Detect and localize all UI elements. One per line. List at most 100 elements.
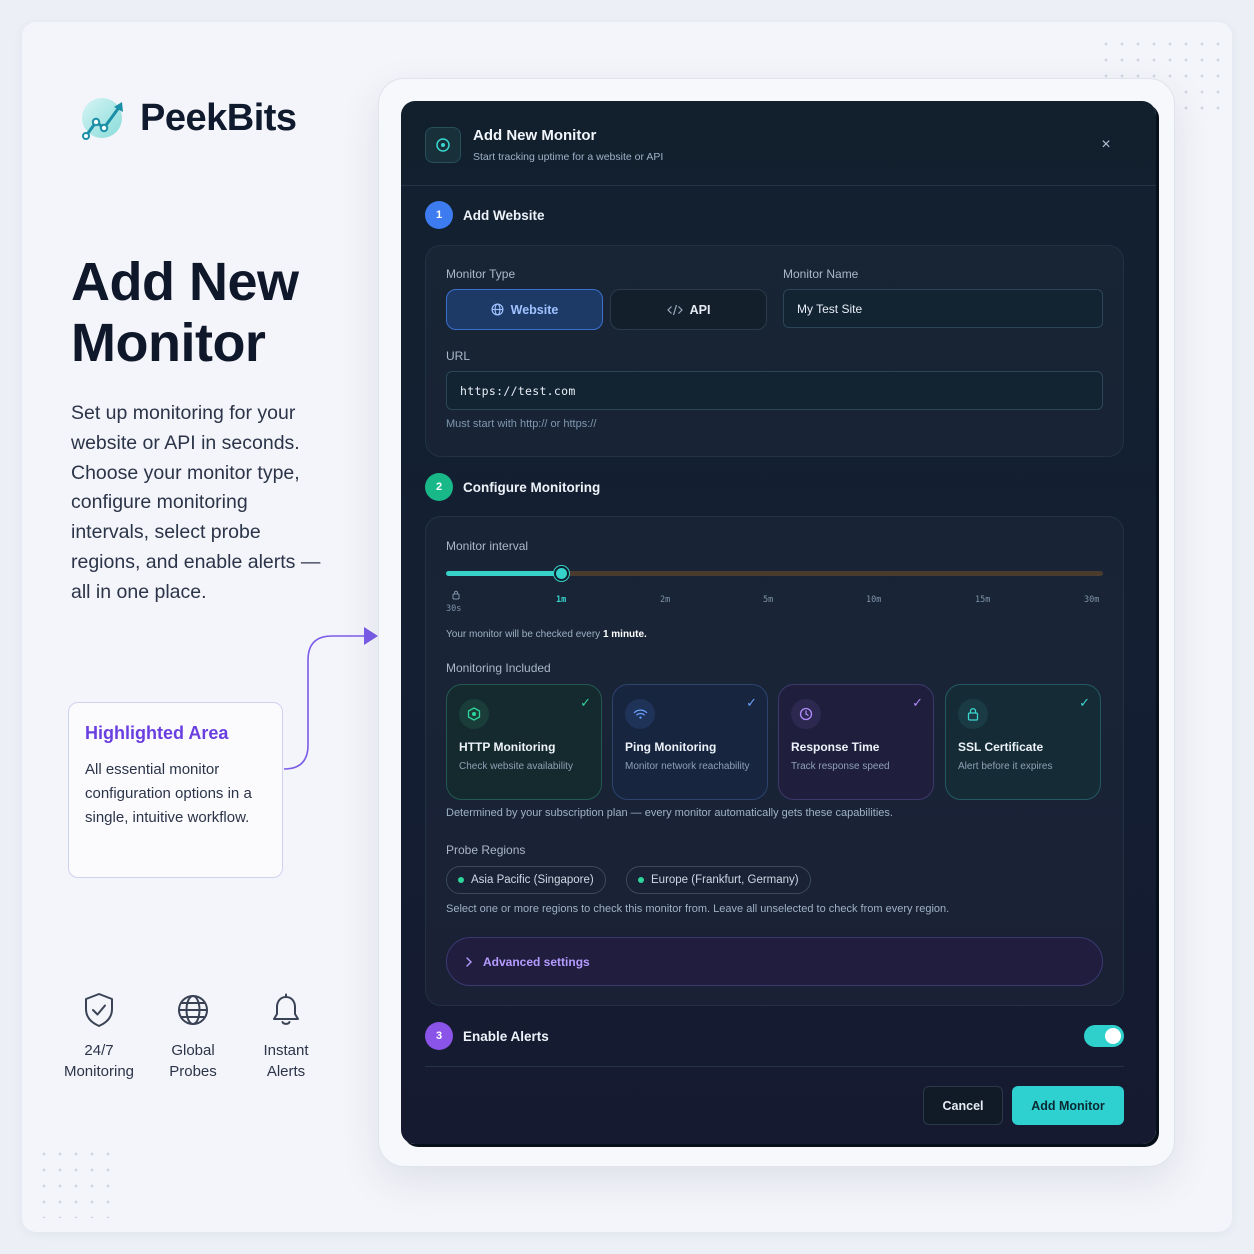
interval-tick: 30s [446, 604, 462, 614]
hero-title: Add New Monitor [71, 252, 299, 373]
feature-label-line2: Monitoring [63, 1063, 135, 1080]
advanced-settings-label: Advanced settings [483, 954, 590, 969]
slider-fill [446, 571, 561, 576]
feature-label-line2: Alerts [266, 1063, 306, 1080]
monitor-interval-slider[interactable] [446, 566, 1103, 581]
interval-summary: Your monitor will be checked every 1 min… [446, 629, 647, 640]
region-chip-label: Asia Pacific (Singapore) [471, 874, 594, 886]
url-label: URL [446, 349, 471, 363]
feature-label-line1: 24/7 [84, 1042, 114, 1059]
interval-tick[interactable]: 2m [660, 595, 670, 605]
clock-icon [791, 699, 821, 729]
advanced-settings-toggle[interactable]: Advanced settings [446, 937, 1103, 986]
close-icon[interactable]: × [1097, 136, 1115, 154]
monitor-type-website-label: Website [510, 302, 559, 317]
http-monitoring-card: ✓ HTTP Monitoring Check website availabi… [446, 684, 602, 800]
callout-text: All essential monitor configuration opti… [85, 761, 252, 826]
step-label: Configure Monitoring [463, 479, 601, 495]
card-description: Check website availability [459, 761, 573, 772]
globe-icon [491, 303, 504, 316]
bell-icon [273, 993, 299, 1025]
region-chip-europe[interactable]: Europe (Frankfurt, Germany) [626, 866, 811, 894]
card-title: Response Time [791, 740, 880, 754]
monitor-type-website-button[interactable]: Website [446, 289, 603, 330]
peekbits-logo-icon [82, 98, 123, 140]
status-dot [638, 877, 644, 883]
enable-alerts-toggle[interactable] [1084, 1025, 1124, 1047]
footer-divider [425, 1066, 1124, 1067]
add-monitor-button[interactable]: Add Monitor [1012, 1086, 1124, 1125]
interval-tick[interactable]: 30m [1084, 595, 1099, 605]
card-title: Ping Monitoring [625, 740, 717, 754]
hero-description: Set up monitoring for your website or AP… [71, 402, 321, 603]
monitor-type-label: Monitor Type [446, 267, 516, 281]
brand-name: PeekBits [140, 96, 297, 139]
ssl-certificate-card: ✓ SSL Certificate Alert before it expire… [945, 684, 1101, 800]
cancel-button[interactable]: Cancel [923, 1086, 1003, 1125]
region-chip-asia-pacific[interactable]: Asia Pacific (Singapore) [446, 866, 606, 894]
feature-instant-alerts: Instant Alerts [236, 990, 336, 1082]
card-description: Alert before it expires [958, 761, 1053, 772]
check-icon: ✓ [746, 695, 757, 710]
card-title: SSL Certificate [958, 740, 1044, 754]
feature-label-line1: Global [171, 1042, 215, 1059]
step-label: Enable Alerts [463, 1028, 549, 1044]
add-monitor-modal: Add New Monitor Start tracking uptime fo… [401, 101, 1156, 1144]
feature-24-7-monitoring: 24/7 Monitoring [49, 990, 149, 1082]
modal-subtitle: Start tracking uptime for a website or A… [473, 151, 664, 163]
url-input[interactable]: https://test.com [446, 371, 1103, 410]
lock-icon [958, 699, 988, 729]
step-enable-alerts: 3 Enable Alerts [425, 1022, 549, 1050]
region-chip-label: Europe (Frankfurt, Germany) [651, 874, 799, 886]
decorative-dots [36, 1146, 118, 1218]
monitor-type-api-label: API [689, 302, 711, 317]
toggle-knob [1105, 1028, 1121, 1044]
monitor-name-input[interactable]: My Test Site [783, 289, 1103, 328]
interval-summary-prefix: Your monitor will be checked every [446, 629, 601, 640]
globe-icon [178, 995, 208, 1025]
card-description: Track response speed [791, 761, 890, 772]
check-icon: ✓ [1079, 695, 1090, 710]
lock-icon [452, 590, 460, 600]
check-icon: ✓ [912, 695, 923, 710]
card-title: HTTP Monitoring [459, 740, 556, 754]
callout-title: Highlighted Area [85, 723, 229, 743]
probe-regions-label: Probe Regions [446, 843, 526, 857]
ping-monitoring-card: ✓ Ping Monitoring Monitor network reacha… [612, 684, 768, 800]
highlighted-area-callout: Highlighted Area All essential monitor c… [68, 702, 283, 878]
slider-thumb[interactable] [553, 566, 569, 581]
modal-title: Add New Monitor [473, 127, 597, 144]
feature-label-line2: Probes [169, 1063, 217, 1080]
code-icon [666, 304, 683, 315]
step-configure-monitoring: 2 Configure Monitoring [425, 473, 600, 501]
monitor-interval-label: Monitor interval [446, 539, 529, 553]
card-description: Monitor network reachability [625, 761, 750, 772]
feature-label-line1: Instant [263, 1042, 309, 1059]
monitor-type-api-button[interactable]: API [610, 289, 767, 330]
wifi-icon [625, 699, 655, 729]
interval-tick-selected[interactable]: 1m [556, 595, 566, 605]
modal-header: Add New Monitor Start tracking uptime fo… [401, 101, 1156, 186]
interval-tick[interactable]: 15m [975, 595, 990, 605]
step-number: 3 [425, 1022, 453, 1050]
monitor-name-label: Monitor Name [783, 267, 859, 281]
interval-tick[interactable]: 10m [866, 595, 881, 605]
shield-check-icon [85, 993, 113, 1027]
probe-regions-hint: Select one or more regions to check this… [446, 903, 950, 915]
feature-global-probes: Global Probes [143, 990, 243, 1082]
monitor-target-icon [425, 127, 461, 163]
interval-summary-value: 1 minute. [602, 629, 647, 640]
response-time-card: ✓ Response Time Track response speed [778, 684, 934, 800]
monitoring-included-label: Monitoring Included [446, 661, 551, 675]
interval-tick[interactable]: 5m [763, 595, 773, 605]
step-number: 1 [425, 201, 453, 229]
url-hint: Must start with http:// or https:// [446, 418, 597, 430]
step-add-website: 1 Add Website [425, 201, 545, 229]
chevron-right-icon [466, 956, 472, 967]
step-label: Add Website [463, 207, 545, 223]
check-icon: ✓ [580, 695, 591, 710]
brand-logo: PeekBits [78, 92, 297, 144]
step-number: 2 [425, 473, 453, 501]
subscription-note: Determined by your subscription plan — e… [446, 807, 893, 819]
http-monitor-icon [459, 699, 489, 729]
